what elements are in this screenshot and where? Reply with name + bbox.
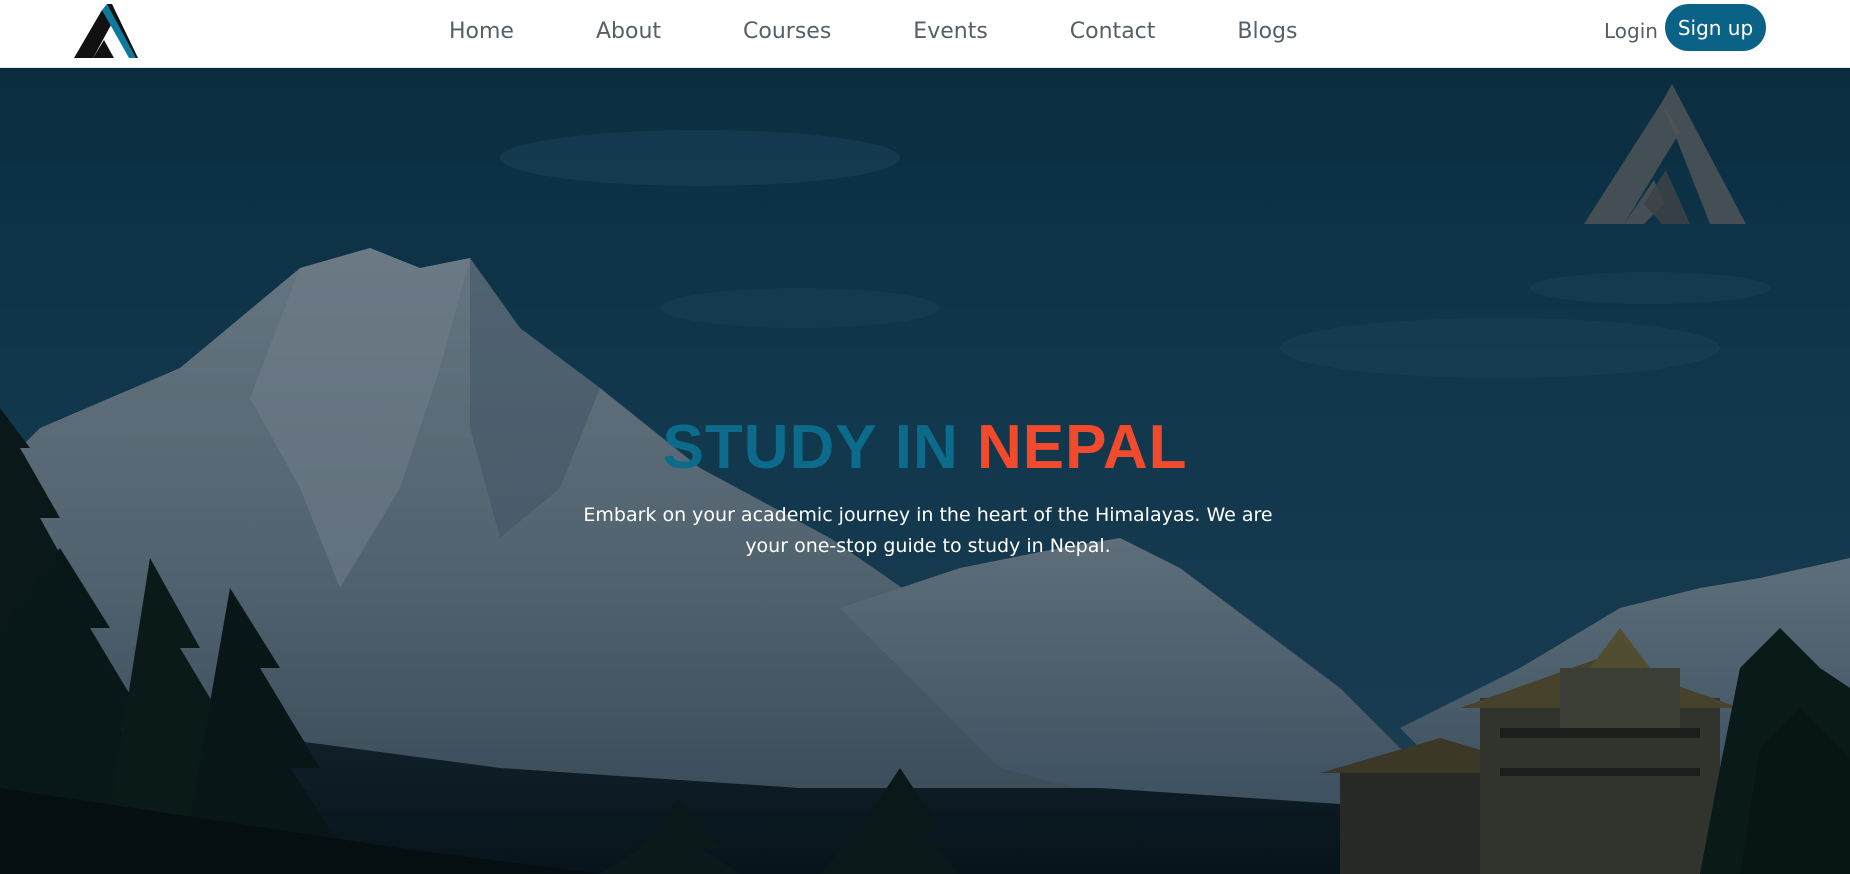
main-nav: Home About Courses Events Contact Blogs (449, 0, 1297, 64)
nav-courses-link[interactable]: Courses (743, 21, 831, 43)
hero-title-nepal: NEPAL (976, 413, 1188, 482)
login-link[interactable]: Login (1604, 19, 1658, 43)
brand-logo-icon[interactable] (74, 4, 138, 58)
hero-title-study-in: STUDY IN (662, 413, 977, 482)
nav-contact-link[interactable]: Contact (1070, 21, 1156, 43)
hero-title: STUDY IN NEPAL (0, 417, 1850, 479)
nav-events-link[interactable]: Events (913, 21, 988, 43)
hero-section: STUDY IN NEPAL Embark on your academic j… (0, 68, 1850, 874)
hero-subtitle: Embark on your academic journey in the h… (583, 504, 1273, 557)
nav-home-link[interactable]: Home (449, 21, 514, 43)
nav-about-link[interactable]: About (596, 21, 661, 43)
nav-blogs-link[interactable]: Blogs (1237, 21, 1297, 43)
signup-button[interactable]: Sign up (1665, 4, 1766, 51)
watermark-logo-icon (1584, 84, 1746, 224)
navbar: Home About Courses Events Contact Blogs … (0, 0, 1850, 68)
